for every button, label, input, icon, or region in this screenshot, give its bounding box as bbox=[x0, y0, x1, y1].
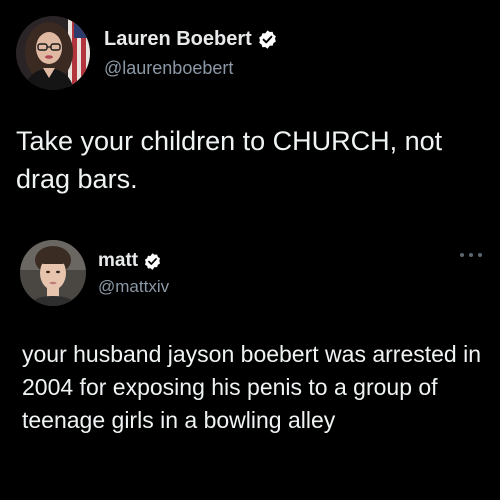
dot bbox=[469, 253, 473, 257]
more-dots-icon[interactable] bbox=[460, 250, 482, 260]
author-name-row: Lauren Boebert bbox=[104, 28, 278, 51]
avatar[interactable] bbox=[16, 16, 90, 90]
dot bbox=[478, 253, 482, 257]
reply-tweet-text: your husband jayson boebert was arrested… bbox=[22, 341, 482, 433]
reply-author-name-row: matt bbox=[98, 250, 162, 272]
tweet-text: Take your children to CHURCH, not drag b… bbox=[16, 126, 443, 194]
main-tweet: Lauren Boebert @laurenboebert Take your … bbox=[0, 0, 500, 240]
verified-badge-icon bbox=[257, 29, 278, 50]
handle[interactable]: @laurenboebert bbox=[104, 58, 233, 79]
reply-handle[interactable]: @mattxiv bbox=[98, 277, 169, 297]
reply-display-name[interactable]: matt bbox=[98, 250, 138, 272]
profile-photo bbox=[16, 16, 90, 90]
reply-profile-photo bbox=[20, 240, 86, 306]
verified-badge-icon bbox=[143, 252, 162, 271]
display-name[interactable]: Lauren Boebert bbox=[104, 28, 252, 51]
reply-avatar[interactable] bbox=[20, 240, 86, 306]
dot bbox=[460, 253, 464, 257]
